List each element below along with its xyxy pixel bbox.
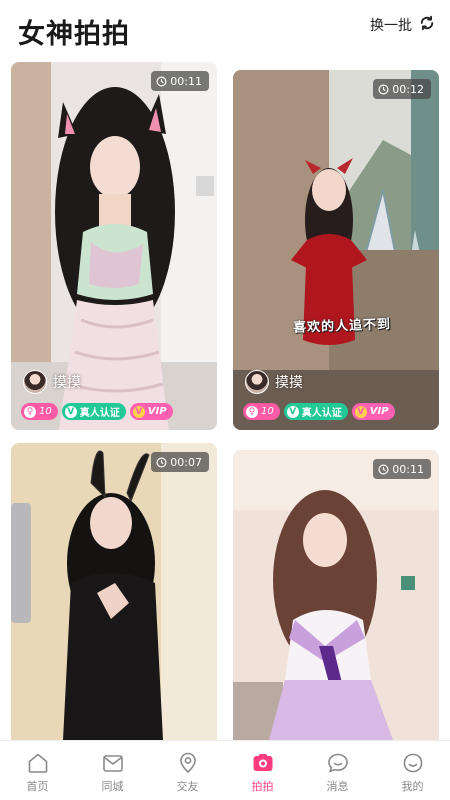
vip-label: VIP [369, 406, 389, 417]
tab-friends[interactable]: 交友 [150, 741, 225, 800]
avatar[interactable] [245, 370, 269, 394]
camera-icon [253, 754, 272, 771]
nameplate: 摸摸 [245, 370, 303, 394]
mail-icon [102, 755, 123, 772]
tab-label: 同城 [101, 780, 124, 793]
video-card[interactable]: 00:11 [233, 450, 439, 740]
gender-level: 10 [39, 406, 52, 417]
gender-level: 10 [261, 406, 274, 417]
gender-badge: ♀ 10 [21, 403, 58, 420]
verified-v-icon: V [286, 405, 299, 418]
duration-text: 00:07 [170, 455, 202, 469]
vip-label: VIP [147, 406, 167, 417]
video-card[interactable]: 00:07 [11, 443, 217, 740]
clock-icon [378, 84, 389, 94]
gender-badge: ♀ 10 [243, 403, 280, 420]
duration-text: 00:11 [392, 462, 424, 476]
badge-row: ♀ 10 V 真人认证 V VIP [21, 403, 173, 420]
tab-label: 首页 [26, 780, 49, 793]
tab-nearby[interactable]: 同城 [75, 741, 150, 800]
nameplate: 摸摸 [23, 370, 81, 394]
avatar[interactable] [23, 370, 47, 394]
video-duration: 00:07 [151, 452, 209, 472]
tab-me[interactable]: 我的 [375, 741, 450, 800]
clock-icon [156, 457, 167, 467]
duration-text: 00:11 [170, 74, 202, 88]
home-icon [28, 753, 47, 773]
video-grid: 00:11 摸摸 ♀ 10 V 真人认证 V VIP 喜欢的人追不到 00:12… [0, 60, 450, 740]
badge-row: ♀ 10 V 真人认证 V VIP [243, 403, 395, 420]
clock-icon [378, 464, 389, 474]
tab-messages[interactable]: 消息 [300, 741, 375, 800]
verified-badge: V 真人认证 [61, 403, 126, 420]
page-title: 女神拍拍 [18, 19, 130, 50]
refresh-label: 换一批 [370, 18, 412, 34]
tab-label: 消息 [326, 780, 349, 793]
verified-v-icon: V [64, 405, 77, 418]
header: 女神拍拍 换一批 [0, 0, 450, 60]
vip-v-icon: V [132, 405, 145, 418]
tab-paipai[interactable]: 拍拍 [225, 741, 300, 800]
vip-v-icon: V [354, 405, 367, 418]
tab-label: 拍拍 [251, 780, 274, 793]
profile-face-icon [403, 753, 422, 773]
tab-label: 交友 [176, 780, 199, 793]
female-icon: ♀ [246, 405, 258, 418]
verified-badge: V 真人认证 [283, 403, 348, 420]
verified-label: 真人认证 [301, 408, 342, 419]
bottom-tab-bar: 首页 同城 交友 拍拍 消息 我的 [0, 740, 450, 800]
refresh-icon [418, 14, 436, 36]
vip-badge: V VIP [129, 403, 173, 420]
female-icon: ♀ [24, 405, 36, 418]
video-thumbnail [233, 450, 439, 740]
video-duration: 00:11 [151, 71, 209, 91]
video-duration: 00:11 [373, 459, 431, 479]
refresh-button[interactable]: 换一批 [370, 14, 436, 36]
duration-text: 00:12 [392, 82, 424, 96]
video-caption: 喜欢的人追不到 [292, 317, 392, 336]
nickname: 摸摸 [53, 375, 81, 391]
video-thumbnail [11, 443, 217, 740]
nickname: 摸摸 [275, 375, 303, 391]
video-card[interactable]: 00:11 摸摸 ♀ 10 V 真人认证 V VIP [11, 62, 217, 430]
tab-home[interactable]: 首页 [0, 741, 75, 800]
video-card[interactable]: 喜欢的人追不到 00:12 摸摸 ♀ 10 V 真人认证 V VIP [233, 70, 439, 430]
video-duration: 00:12 [373, 79, 431, 99]
location-pin-icon [179, 752, 196, 774]
vip-badge: V VIP [351, 403, 395, 420]
verified-label: 真人认证 [79, 408, 120, 419]
tab-label: 我的 [401, 780, 424, 793]
clock-icon [156, 76, 167, 86]
chat-bubble-icon [327, 753, 348, 773]
